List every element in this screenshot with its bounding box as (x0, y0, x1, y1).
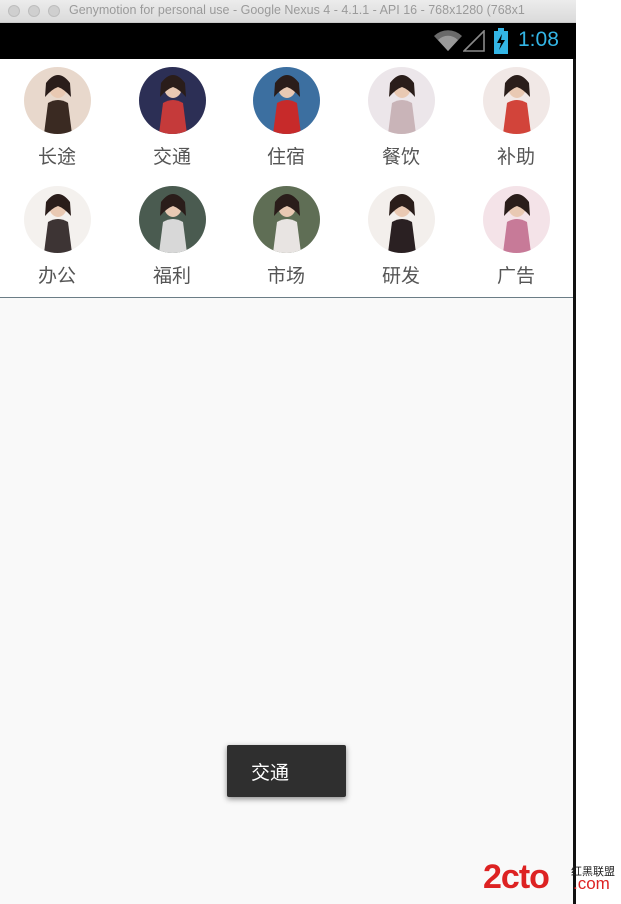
window-title: Genymotion for personal use - Google Nex… (69, 3, 525, 17)
watermark-logo-text: 2cto (483, 858, 550, 896)
avatar (23, 186, 91, 253)
host-window-edge (576, 0, 621, 904)
grid-item[interactable]: 研发 (344, 186, 458, 288)
grid-item[interactable]: 长途 (0, 67, 114, 169)
grid-item-label: 市场 (266, 265, 305, 287)
grid-item-label: 福利 (152, 265, 191, 287)
grid-item-label: 广告 (496, 265, 535, 287)
grid-item-label: 补助 (496, 146, 535, 168)
battery-charging-icon (494, 28, 508, 54)
avatar (367, 67, 435, 134)
signal-icon (463, 30, 485, 52)
watermark-domain: .com (573, 874, 610, 893)
avatar (482, 67, 550, 134)
window-title-bar: Genymotion for personal use - Google Nex… (0, 0, 576, 23)
avatar (23, 67, 91, 134)
grid-item-label: 住宿 (266, 146, 305, 168)
window-zoom-button[interactable] (48, 5, 60, 17)
grid-item[interactable]: 住宿 (229, 67, 343, 169)
grid-item-label: 研发 (381, 265, 420, 287)
grid-item[interactable]: 交通 (115, 67, 229, 169)
grid-item[interactable]: 福利 (115, 186, 229, 288)
avatar (367, 186, 435, 253)
avatar (482, 186, 550, 253)
status-clock: 1:08 (518, 28, 559, 51)
avatar (252, 186, 320, 253)
toast-text: 交通 (251, 762, 290, 784)
grid-item-label: 餐饮 (381, 146, 420, 168)
grid-item[interactable]: 补助 (459, 67, 573, 169)
avatar (138, 67, 206, 134)
grid-item[interactable]: 餐饮 (344, 67, 458, 169)
category-grid: 长途 交通 住宿 餐饮 补助办公 福利 市场 研发 广告 (0, 59, 573, 298)
grid-item-label: 交通 (152, 146, 191, 168)
avatar (252, 67, 320, 134)
avatar (138, 186, 206, 253)
grid-item[interactable]: 广告 (459, 186, 573, 288)
site-watermark: 2cto 红黑联盟 .com (483, 858, 621, 898)
app-screen: 长途 交通 住宿 餐饮 补助 办公 福利 市场 研发 广告 交通 (0, 59, 576, 904)
grid-item-label: 办公 (37, 265, 76, 287)
wifi-icon (434, 30, 462, 51)
window-minimize-button[interactable] (28, 5, 40, 17)
grid-item-label: 长途 (37, 146, 76, 168)
android-status-bar: 1:08 (0, 23, 576, 59)
window-close-button[interactable] (8, 5, 20, 17)
grid-item[interactable]: 办公 (0, 186, 114, 288)
grid-item[interactable]: 市场 (229, 186, 343, 288)
toast-message: 交通 (227, 745, 346, 797)
